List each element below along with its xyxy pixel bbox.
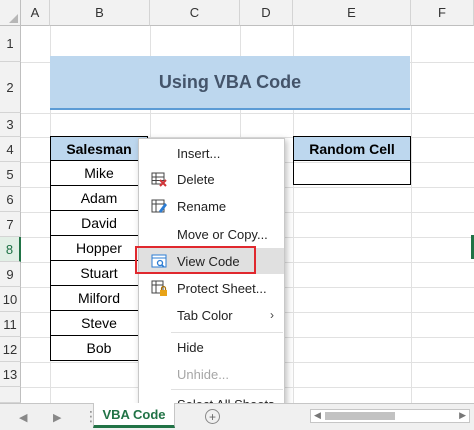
menu-separator <box>171 332 283 333</box>
column-header-e[interactable]: E <box>293 0 411 26</box>
menu-separator <box>171 389 283 390</box>
row-header-11[interactable]: 11 <box>0 312 21 337</box>
menu-item-hide[interactable]: Hide <box>139 334 284 360</box>
salesman-cell[interactable]: Mike <box>50 161 148 186</box>
submenu-arrow-icon: › <box>270 308 274 322</box>
salesman-cell[interactable]: Stuart <box>50 261 148 286</box>
column-header-b[interactable]: B <box>50 0 150 26</box>
salesman-cell[interactable]: Milford <box>50 286 148 311</box>
salesman-cell[interactable]: Adam <box>50 186 148 211</box>
menu-item-insert[interactable]: Insert... <box>139 140 284 166</box>
menu-item-tab-color[interactable]: Tab Color › <box>139 302 284 328</box>
row-header-14 <box>0 387 21 403</box>
sheet-title[interactable]: Using VBA Code <box>50 56 410 110</box>
row-header-12[interactable]: 12 <box>0 337 21 362</box>
row-header-5[interactable]: 5 <box>0 162 21 187</box>
rename-sheet-icon <box>151 199 167 213</box>
view-code-highlight <box>135 246 256 274</box>
row-header-13[interactable]: 13 <box>0 362 21 387</box>
random-cell-header[interactable]: Random Cell <box>293 136 411 161</box>
row-header-1[interactable]: 1 <box>0 26 21 62</box>
salesman-cell[interactable]: Hopper <box>50 236 148 261</box>
scroll-tabs-right-icon[interactable]: ▶ <box>53 411 61 424</box>
protect-sheet-icon <box>151 280 167 296</box>
menu-item-protect-sheet[interactable]: Protect Sheet... <box>139 275 284 301</box>
row-header-9[interactable]: 9 <box>0 262 21 287</box>
scroll-tabs-left-icon[interactable]: ◀ <box>19 411 27 424</box>
row-header-8[interactable]: 8 <box>0 237 21 262</box>
salesman-cell[interactable]: David <box>50 211 148 236</box>
salesman-header[interactable]: Salesman <box>50 136 148 161</box>
scroll-left-icon[interactable]: ◀ <box>314 410 321 421</box>
row-header-6[interactable]: 6 <box>0 187 21 212</box>
row-header-3[interactable]: 3 <box>0 113 21 137</box>
salesman-cell[interactable]: Steve <box>50 311 148 336</box>
menu-item-move-copy[interactable]: Move or Copy... <box>139 221 284 247</box>
row-header-7[interactable]: 7 <box>0 212 21 237</box>
menu-item-unhide: Unhide... <box>177 366 230 382</box>
add-sheet-button[interactable]: + <box>205 409 220 424</box>
scroll-right-icon[interactable]: ▶ <box>459 410 466 421</box>
select-all-corner[interactable] <box>0 0 21 26</box>
salesman-cell[interactable]: Bob <box>50 336 148 361</box>
sheet-context-menu: Insert... Delete Rename Move or Copy... … <box>138 138 285 417</box>
row-header-4[interactable]: 4 <box>0 137 21 162</box>
column-header-a[interactable]: A <box>21 0 50 26</box>
row-header-10[interactable]: 10 <box>0 287 21 312</box>
delete-sheet-icon <box>151 172 167 187</box>
sheet-tab-vba-code[interactable]: VBA Code <box>93 403 175 428</box>
gridline <box>21 113 474 114</box>
horizontal-scrollbar[interactable]: ◀ ▶ <box>310 409 470 423</box>
column-header-c[interactable]: C <box>150 0 240 26</box>
column-header-f[interactable]: F <box>411 0 474 26</box>
menu-item-delete[interactable]: Delete <box>139 166 284 192</box>
scrollbar-thumb[interactable] <box>325 412 395 420</box>
row-header-2[interactable]: 2 <box>0 62 21 113</box>
gridline <box>411 26 412 404</box>
column-header-d[interactable]: D <box>240 0 293 26</box>
random-cell-output[interactable] <box>293 160 411 185</box>
menu-item-rename[interactable]: Rename <box>139 193 284 219</box>
